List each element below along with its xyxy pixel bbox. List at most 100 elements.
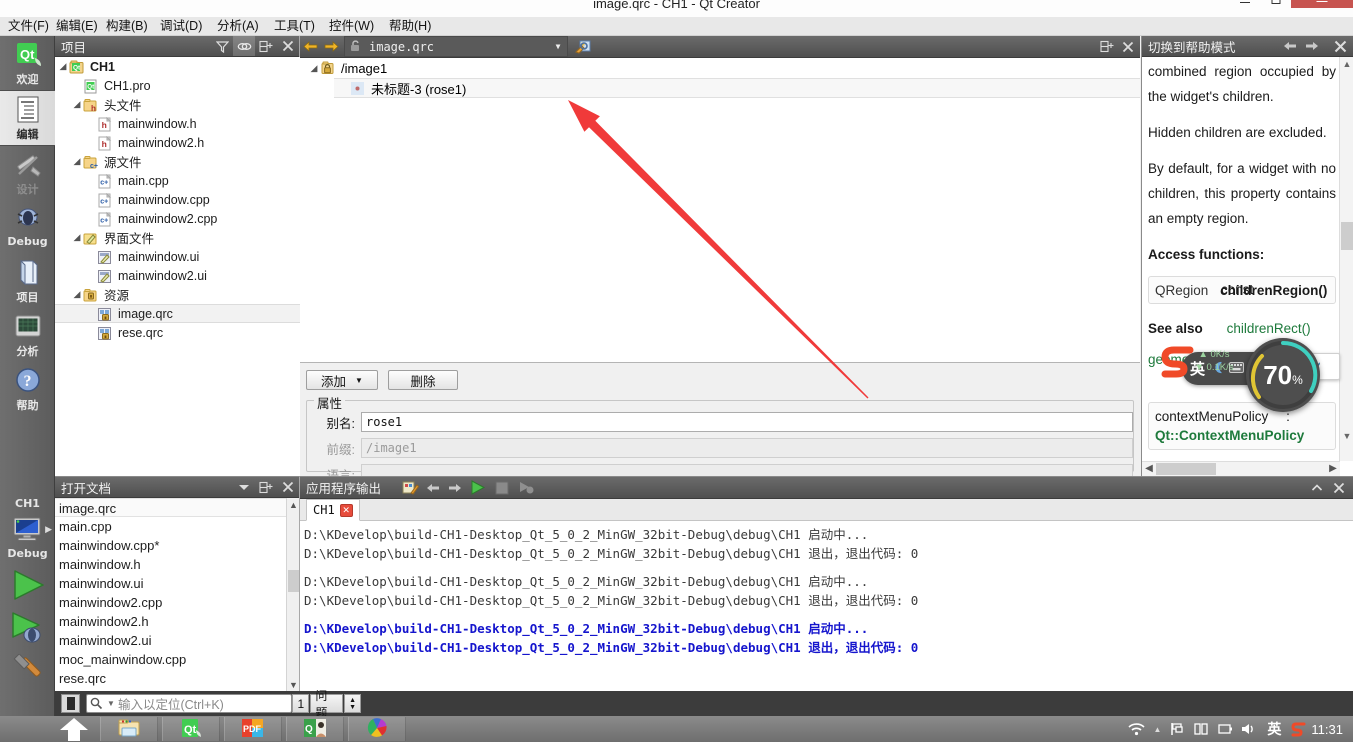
open-document-item[interactable]: mainwindow2.h xyxy=(55,612,287,631)
menu-item-5[interactable]: 工具(T) xyxy=(268,17,321,36)
show-hidden-icon[interactable]: ▲ xyxy=(1149,725,1165,734)
arrow-forward-icon[interactable] xyxy=(321,36,342,57)
taskbar-item-2[interactable]: PDF xyxy=(224,717,282,741)
mode-编辑[interactable]: 编辑 xyxy=(0,91,55,145)
menu-item-7[interactable]: 帮助(H) xyxy=(383,17,437,36)
property-field-input[interactable]: rose1 xyxy=(361,412,1133,432)
scroll-down-icon[interactable]: ▼ xyxy=(1340,429,1353,443)
menu-item-0[interactable]: 文件(F) xyxy=(2,17,55,36)
project-tree-row[interactable]: ◢ 界面文件 xyxy=(55,228,300,247)
open-documents-list[interactable]: image.qrc main.cpp mainwindow.cpp* mainwind… xyxy=(55,498,287,692)
close-icon[interactable] xyxy=(1328,478,1350,498)
chevron-down-icon[interactable]: ◢ xyxy=(71,156,83,167)
link-sync-icon[interactable] xyxy=(233,36,255,56)
open-file-combobox[interactable]: image.qrc ▼ xyxy=(344,36,568,57)
add-resource-button[interactable]: 添加 ▼ xyxy=(306,370,378,390)
open-document-item[interactable]: mainwindow.ui xyxy=(55,574,287,593)
menu-item-3[interactable]: 调试(D) xyxy=(154,17,208,36)
chevron-down-icon[interactable] xyxy=(233,477,255,497)
project-tree-row[interactable]: c+ mainwindow2.cpp xyxy=(55,209,300,228)
taskbar-item-4[interactable] xyxy=(348,717,406,741)
locator-input[interactable]: ▼ 输入以定位(Ctrl+K) xyxy=(86,694,293,713)
chevron-down-icon[interactable]: ▼ xyxy=(107,699,115,708)
resource-tree[interactable]: ◢ /image1 未标题-3 (rose1) xyxy=(300,58,1140,363)
clear-output-icon[interactable] xyxy=(399,480,421,495)
prev-item-icon[interactable] xyxy=(423,482,443,494)
scroll-down-icon[interactable]: ▼ xyxy=(287,678,300,692)
mode-项目[interactable]: 项目 xyxy=(0,254,55,308)
project-tree[interactable]: ◢ Qt CH1 Qt CH1.pro ◢ h 头文件 h mainwindow… xyxy=(55,57,300,476)
project-tree-row[interactable]: c+ main.cpp xyxy=(55,171,300,190)
see-also-link[interactable]: childrenRect() xyxy=(1227,321,1311,336)
close-icon[interactable] xyxy=(1117,36,1138,57)
run-button[interactable] xyxy=(0,562,55,607)
window-maximize-button[interactable] xyxy=(1260,0,1291,8)
battery-icon[interactable] xyxy=(1213,722,1237,736)
run-icon[interactable] xyxy=(467,480,489,495)
arrow-back-icon[interactable] xyxy=(1279,36,1301,56)
network-icon[interactable] xyxy=(1189,722,1213,736)
project-tree-row[interactable]: image.qrc xyxy=(55,304,300,323)
close-icon[interactable] xyxy=(1329,36,1351,56)
build-button[interactable] xyxy=(0,650,55,693)
open-documents-scrollbar[interactable]: ▲ ▼ xyxy=(286,498,299,692)
scroll-right-icon[interactable]: ▶ xyxy=(1327,462,1339,476)
project-tree-row[interactable]: mainwindow.ui xyxy=(55,247,300,266)
cpu-usage-gauge[interactable]: 70 % xyxy=(1246,338,1320,412)
resource-tree-row[interactable]: 未标题-3 (rose1) xyxy=(334,78,1140,98)
build-config-selector[interactable]: ▶ Debug xyxy=(0,512,55,562)
scroll-up-icon[interactable]: ▲ xyxy=(1340,57,1353,71)
sogou-icon[interactable] xyxy=(1287,721,1311,738)
mode-Debug[interactable]: Debug xyxy=(0,200,55,254)
chevron-down-icon[interactable]: ◢ xyxy=(71,99,83,110)
mode-分析[interactable]: 分析 xyxy=(0,308,55,362)
help-panel-title[interactable]: 切换到帮助模式 xyxy=(1148,37,1236,56)
project-tree-row[interactable]: ◢ h 头文件 xyxy=(55,95,300,114)
open-document-item[interactable]: moc_mainwindow.cpp xyxy=(55,650,287,669)
ime-english-icon[interactable]: 英 xyxy=(1261,719,1287,739)
open-document-item[interactable]: mainwindow2.ui xyxy=(55,631,287,650)
sogou-logo-icon[interactable] xyxy=(1160,345,1200,379)
taskbar-item-3[interactable]: Q xyxy=(286,717,344,741)
close-tab-icon[interactable]: ✕ xyxy=(339,503,353,517)
start-debugging-button[interactable] xyxy=(0,607,55,650)
window-close-button[interactable] xyxy=(1291,0,1353,8)
open-document-item[interactable]: mainwindow.cpp* xyxy=(55,536,287,555)
volume-icon[interactable] xyxy=(1237,722,1261,736)
help-horizontal-scrollbar[interactable]: ◀ ▶ xyxy=(1142,461,1340,476)
taskbar-clock[interactable]: 11:31 xyxy=(1311,722,1353,737)
mode-欢迎[interactable]: Qt 欢迎 xyxy=(0,36,55,90)
mode-设计[interactable]: 设计 xyxy=(0,146,55,200)
help-scrollbar-thumb[interactable] xyxy=(1341,222,1353,250)
chevron-down-icon[interactable]: ◢ xyxy=(71,289,83,300)
taskbar-item-0[interactable] xyxy=(100,717,158,741)
project-tree-row[interactable]: rese.qrc xyxy=(55,323,300,342)
scroll-left-icon[interactable]: ◀ xyxy=(1143,462,1155,476)
project-tree-row[interactable]: c+ mainwindow.cpp xyxy=(55,190,300,209)
taskbar-item-1[interactable]: Qt xyxy=(162,717,220,741)
next-property-type[interactable]: Qt::ContextMenuPolicy xyxy=(1155,426,1329,445)
project-tree-row[interactable]: Qt CH1.pro xyxy=(55,76,300,95)
wifi-icon[interactable] xyxy=(1123,722,1149,736)
project-tree-row[interactable]: ◢ Qt CH1 xyxy=(55,57,300,76)
help-hscroll-thumb[interactable] xyxy=(1156,463,1216,475)
project-tree-row[interactable]: mainwindow2.ui xyxy=(55,266,300,285)
qrc-preview-icon[interactable] xyxy=(572,36,593,57)
close-icon[interactable] xyxy=(277,36,299,56)
chevron-down-icon[interactable]: ▼ xyxy=(549,42,567,51)
open-document-item[interactable]: rese.qrc xyxy=(55,669,287,688)
output-tab-ch1[interactable]: CH1 ✕ xyxy=(306,499,360,521)
help-vertical-scrollbar[interactable]: ▲ ▼ xyxy=(1339,57,1353,461)
menu-item-1[interactable]: 编辑(E) xyxy=(50,17,104,36)
split-pane-icon[interactable] xyxy=(255,477,277,497)
scroll-up-icon[interactable]: ▲ xyxy=(287,498,300,512)
issues-button[interactable]: 问题 xyxy=(310,689,344,720)
open-document-item[interactable]: image.qrc xyxy=(55,498,287,517)
open-document-item[interactable]: mainwindow.h xyxy=(55,555,287,574)
menu-item-4[interactable]: 分析(A) xyxy=(211,17,265,36)
menu-item-2[interactable]: 构建(B) xyxy=(100,17,154,36)
unlock-icon[interactable] xyxy=(345,39,365,55)
resource-tree-row[interactable]: ◢ /image1 xyxy=(300,58,1140,78)
remove-resource-button[interactable]: 删除 xyxy=(388,370,458,390)
chevron-up-icon[interactable] xyxy=(1306,478,1328,498)
